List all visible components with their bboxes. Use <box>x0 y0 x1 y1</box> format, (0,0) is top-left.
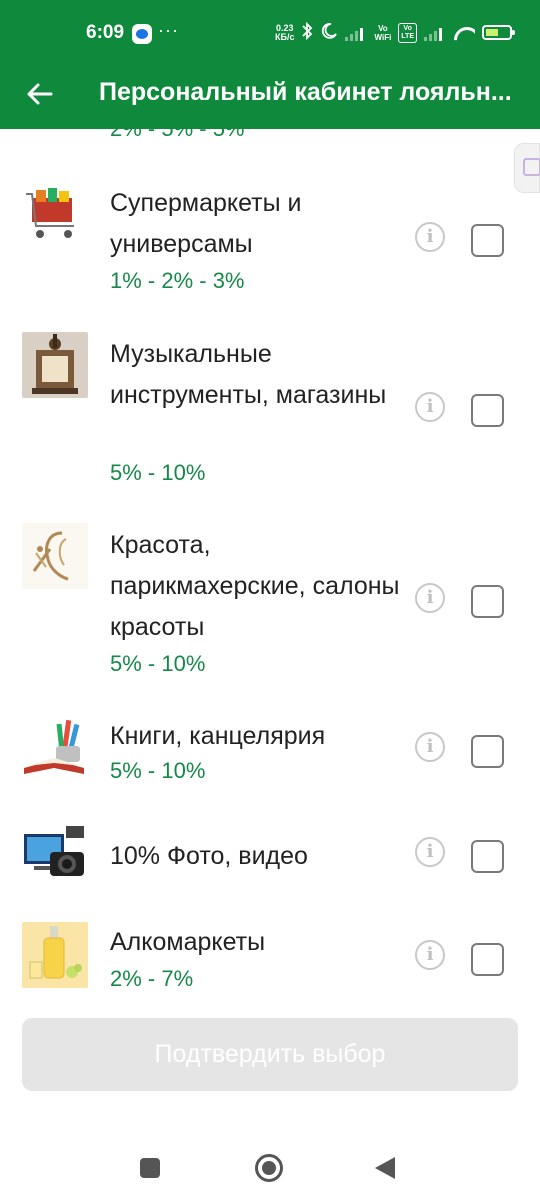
recent-apps-button[interactable] <box>140 1158 160 1178</box>
info-icon[interactable]: i <box>415 940 445 970</box>
cashback-percent: 1% - 2% - 3% <box>110 268 245 293</box>
photo-video-image <box>22 822 88 888</box>
category-name: Музыкальные инструменты, магазины <box>110 340 387 409</box>
list-item[interactable]: Супермаркеты и универсамы 1% - 2% - 3% i <box>0 176 540 316</box>
beauty-salon-image <box>22 523 88 589</box>
info-icon[interactable]: i <box>415 583 445 613</box>
category-checkbox[interactable] <box>471 394 504 427</box>
musical-instruments-image <box>22 332 88 398</box>
info-icon[interactable]: i <box>415 732 445 762</box>
info-icon[interactable]: i <box>415 837 445 867</box>
liquor-image <box>22 922 88 988</box>
wifi-icon <box>453 25 475 41</box>
signal-icon <box>345 25 367 41</box>
messenger-icon <box>132 24 152 44</box>
arrow-left-icon <box>27 83 53 105</box>
volte-icon: Vo LTE <box>398 22 417 43</box>
cashback-percent: 2% - 7% <box>110 966 194 991</box>
network-speed: 0.23 КБ/с <box>275 22 295 42</box>
category-name: Красота, парикмахерские, салоны красоты <box>110 531 400 641</box>
info-icon[interactable]: i <box>415 392 445 422</box>
more-notifications-icon: ··· <box>158 20 179 40</box>
list-item[interactable]: Музыкальные инструменты, магазины 5% - 1… <box>0 332 540 502</box>
list-item[interactable]: Красота, парикмахерские, салоны красоты … <box>0 523 540 693</box>
vowifi-icon: Vo WiFi <box>374 23 392 42</box>
category-name: Книги, канцелярия <box>110 722 326 750</box>
cashback-percent: 5% - 10% <box>110 460 206 485</box>
confirm-selection-button[interactable]: Подтвердить выбор <box>22 1018 518 1091</box>
category-checkbox[interactable] <box>471 224 504 257</box>
status-bar: 6:09 ··· 0.23 КБ/с Vo WiFi Vo LTE <box>0 0 540 62</box>
list-item[interactable]: Книги, канцелярия 5% - 10% i <box>0 716 540 806</box>
shopping-cart-image <box>22 180 88 246</box>
cashback-percent: 5% - 10% <box>110 651 206 676</box>
category-checkbox[interactable] <box>471 585 504 618</box>
page-title: Персональный кабинет лояльн... <box>99 78 512 106</box>
category-name: Алкомаркеты <box>110 928 266 956</box>
category-name: 10% Фото, видео <box>110 842 308 870</box>
category-checkbox[interactable] <box>471 943 504 976</box>
system-back-button[interactable] <box>375 1157 395 1179</box>
app-bar: Персональный кабинет лояльн... <box>0 62 540 129</box>
cashback-percent: 5% - 10% <box>110 758 206 783</box>
top-bar: 6:09 ··· 0.23 КБ/с Vo WiFi Vo LTE Персон… <box>0 0 540 129</box>
bluetooth-icon <box>301 21 313 43</box>
status-time: 6:09 <box>86 22 125 43</box>
status-icons: 0.23 КБ/с Vo WiFi Vo LTE <box>275 21 515 43</box>
category-checkbox[interactable] <box>471 735 504 768</box>
back-button[interactable] <box>18 72 62 116</box>
list-item[interactable]: 10% Фото, видео i <box>0 822 540 892</box>
battery-icon <box>482 25 515 40</box>
book-stationery-image <box>22 716 88 782</box>
category-name: Супермаркеты и универсамы <box>110 189 302 258</box>
info-icon[interactable]: i <box>415 222 445 252</box>
home-button[interactable] <box>255 1154 283 1182</box>
category-checkbox[interactable] <box>471 840 504 873</box>
list-item[interactable]: Алкомаркеты 2% - 7% i <box>0 922 540 1002</box>
do-not-disturb-moon-icon <box>320 22 338 43</box>
system-navigation-bar <box>0 1130 540 1200</box>
signal-icon-2 <box>424 25 446 41</box>
